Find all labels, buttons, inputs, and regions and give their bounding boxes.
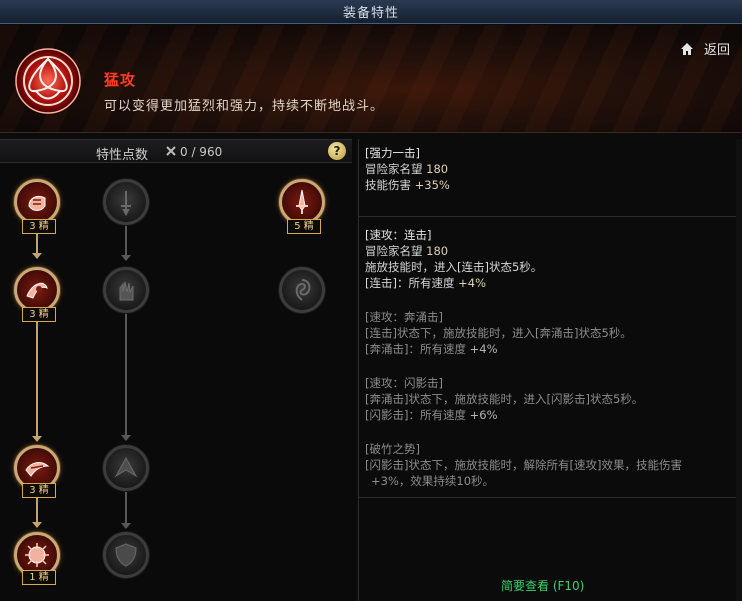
claw-icon: [26, 282, 48, 299]
detail-title: [速攻：奔涌击]: [365, 310, 443, 324]
detail-block-rush: [速攻：奔涌击] [连击]状态下，施放技能时，进入[奔涌击]状态5秒。 [奔涌击…: [365, 309, 732, 357]
connector-arrow: [32, 522, 42, 528]
trait-node-sword[interactable]: [103, 179, 149, 225]
trait-node-wing[interactable]: [103, 445, 149, 491]
window-title: 装备特性: [342, 6, 399, 21]
back-label: 返回: [703, 43, 730, 58]
points-bar: 特性点数 0 / 960 ?: [0, 139, 352, 163]
wing-icon: [114, 456, 138, 478]
detail-line: [连击]：所有速度 +4%: [365, 276, 487, 290]
blade-icon: [296, 189, 308, 214]
divider: [359, 497, 742, 498]
detail-block-combo: [速攻：连击] 冒险家名望 180 施放技能时，进入[连击]状态5秒。 [连击]…: [365, 227, 732, 291]
trait-node-shield[interactable]: [103, 532, 149, 578]
window-titlebar: 装备特性: [0, 0, 742, 24]
help-button[interactable]: ?: [328, 142, 346, 160]
divider: [359, 216, 742, 217]
points-label: 特性点数: [96, 148, 149, 163]
connector-arrow: [121, 255, 131, 261]
trait-level-badge: 3 精: [22, 483, 56, 498]
connector-arrow: [32, 253, 42, 259]
triquetra-emblem-icon: [15, 48, 81, 114]
points-value: 0 / 960: [180, 145, 223, 159]
detail-title: [强力一击]: [365, 146, 420, 160]
back-button[interactable]: 返回: [680, 39, 730, 58]
detail-line: 技能伤害 +35%: [365, 178, 450, 192]
detail-block-momentum: [破竹之势] [闪影击]状态下，施放技能时，解除所有[速攻]效果，技能伤害 +3…: [365, 441, 732, 489]
summary-view-button[interactable]: 简要查看 (F10): [501, 577, 584, 594]
connector-line: [125, 492, 127, 524]
connector-line: [125, 226, 127, 256]
connector-line: [36, 319, 38, 437]
detail-line: +3%，效果持续10秒。: [371, 474, 495, 488]
detail-title: [速攻：闪影击]: [365, 376, 443, 390]
detail-line: [闪影击]：所有速度 +6%: [365, 408, 498, 422]
trait-detail-panel: [强力一击] 冒险家名望 180 技能伤害 +35% [速攻：连击] 冒险家名望…: [358, 139, 742, 601]
detail-line: 冒险家名望 180: [365, 244, 449, 258]
detail-title: [破竹之势]: [365, 442, 420, 456]
fist-icon: [28, 195, 46, 211]
detail-line: [奔涌击]状态下，施放技能时，进入[闪影击]状态5秒。: [365, 392, 644, 406]
trait-banner: 猛攻 可以变得更加猛烈和强力，持续不断地战斗。 返回: [0, 25, 742, 133]
home-icon: [680, 42, 693, 55]
connector-arrow: [121, 435, 131, 441]
connector-line: [36, 497, 38, 523]
detail-block-strong-strike: [强力一击] 冒险家名望 180 技能伤害 +35%: [365, 145, 732, 193]
detail-line: [闪影击]状态下，施放技能时，解除所有[速攻]效果，技能伤害: [365, 458, 682, 472]
trait-level-badge: 1 精: [22, 570, 56, 585]
trait-description: 可以变得更加猛烈和强力，持续不断地战斗。: [104, 99, 385, 114]
detail-block-shadow: [速攻：闪影击] [奔涌击]状态下，施放技能时，进入[闪影击]状态5秒。 [闪影…: [365, 375, 732, 423]
trait-level-badge: 3 精: [22, 307, 56, 322]
trait-name: 猛攻: [104, 71, 137, 89]
trait-level-badge: 3 精: [22, 219, 56, 234]
trait-node-spin[interactable]: [279, 267, 325, 313]
scrollbar[interactable]: [736, 139, 742, 601]
shield-icon: [115, 543, 137, 567]
burst-icon: [25, 543, 49, 567]
dash-icon: [25, 462, 50, 477]
trait-tree-panel: 特性点数 0 / 960 ? 3 精 3 精 3 精 1 精 5 精: [0, 139, 356, 601]
detail-line: 冒险家名望 180: [365, 162, 449, 176]
detail-line: [连击]状态下，施放技能时，进入[奔涌击]状态5秒。: [365, 326, 632, 340]
connector-arrow: [32, 436, 42, 442]
detail-title: [速攻：连击]: [365, 228, 432, 242]
sword-icon: [121, 191, 131, 216]
connector-line: [125, 314, 127, 436]
hand-icon: [119, 281, 134, 301]
trait-level-badge: 5 精: [287, 219, 321, 234]
detail-line: 施放技能时，进入[连击]状态5秒。: [365, 260, 543, 274]
connector-line: [36, 234, 38, 254]
connector-arrow: [121, 523, 131, 529]
points-cross-icon: [166, 146, 176, 156]
spin-icon: [295, 279, 311, 301]
trait-node-hand[interactable]: [103, 267, 149, 313]
detail-line: [奔涌击]：所有速度 +4%: [365, 342, 498, 356]
